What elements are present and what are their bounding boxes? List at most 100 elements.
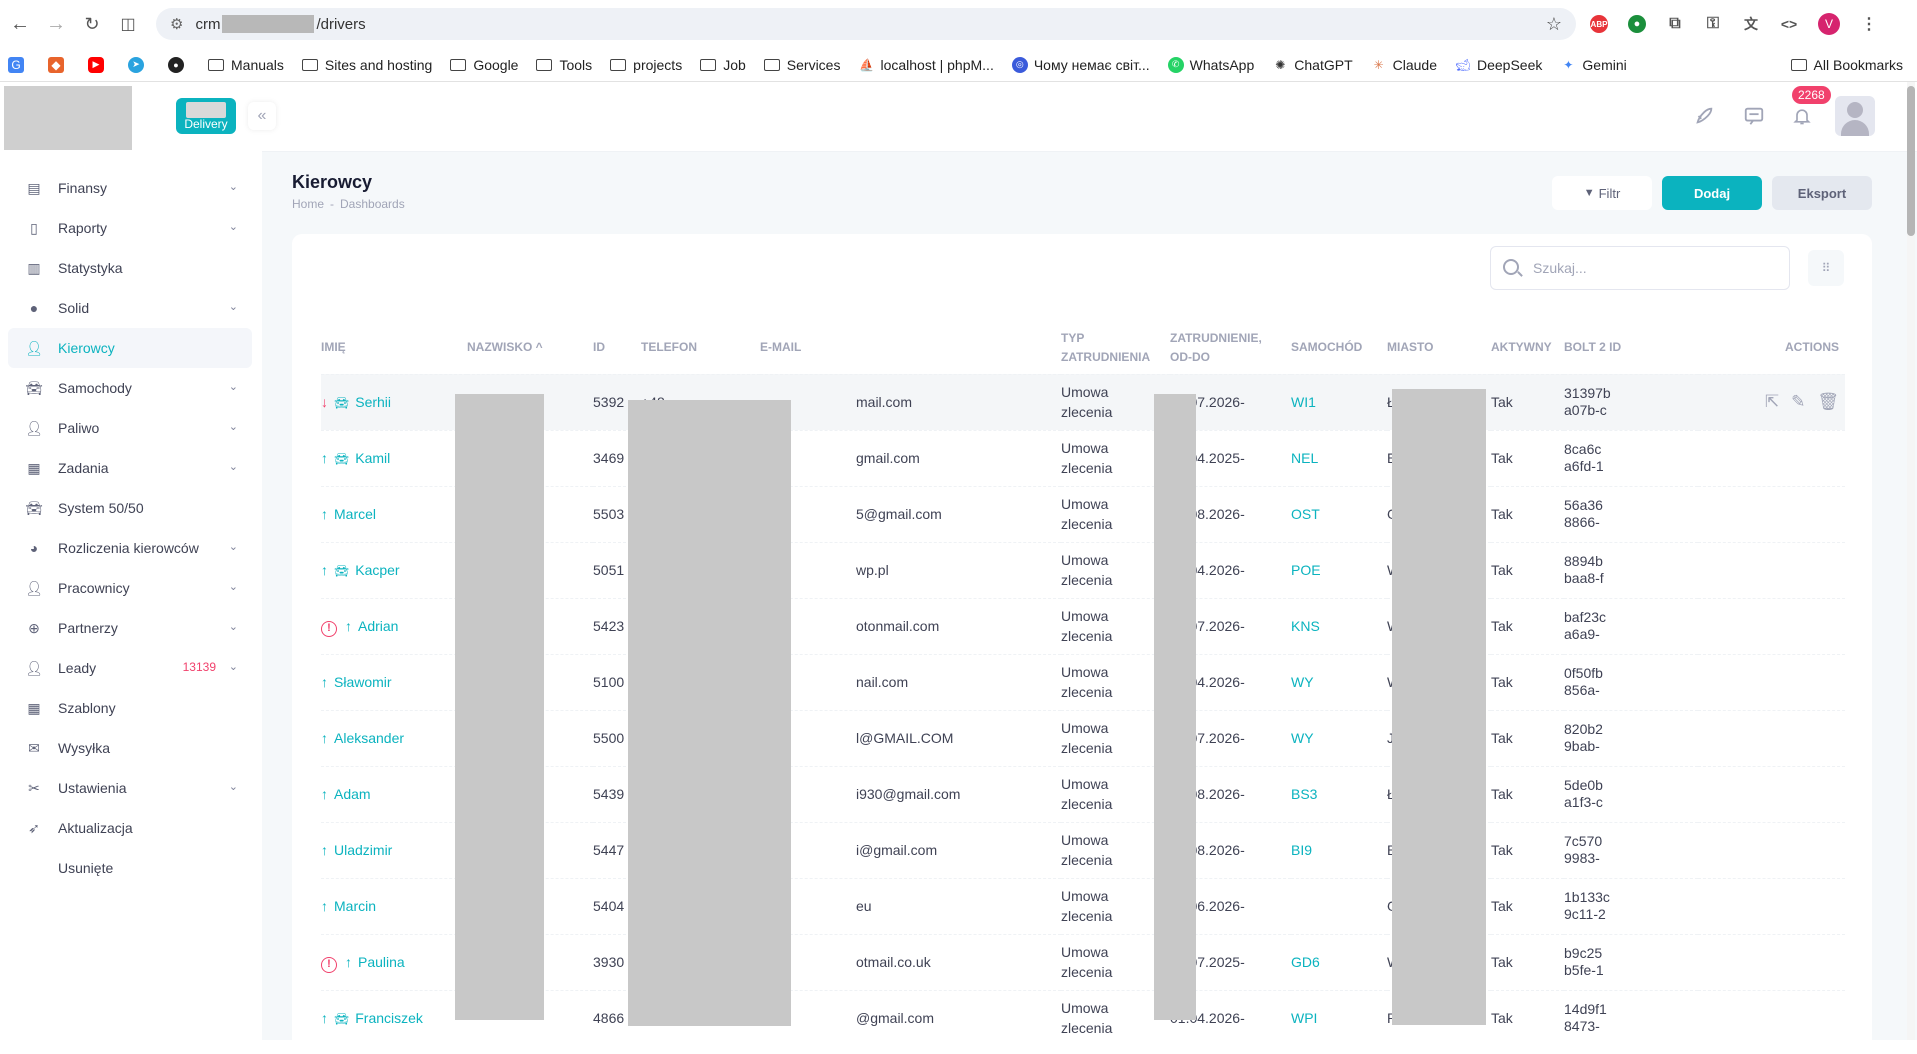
car-plate-link[interactable]: GD6 <box>1291 954 1320 970</box>
filter-button[interactable]: ▼ Filtr <box>1552 176 1652 210</box>
address-bar[interactable]: ⚙ crm /drivers ☆ <box>156 8 1576 40</box>
chat-icon[interactable] <box>1742 104 1766 128</box>
driver-name-link[interactable]: Kacper <box>355 562 399 578</box>
driver-name-link[interactable]: Kamil <box>355 450 390 466</box>
page-scrollbar[interactable] <box>1907 82 1915 1040</box>
bookmark-job[interactable]: Job <box>700 57 746 73</box>
table-row[interactable]: ↑Marcin5404+48euUmowazlecenia25.06.2026-… <box>321 877 1845 934</box>
search-input[interactable]: Szukaj... <box>1490 246 1790 290</box>
table-row[interactable]: ↑Adam5439+48i930@gmail.comUmowazlecenia0… <box>321 765 1845 822</box>
rocket-icon[interactable] <box>1692 104 1716 128</box>
sidebar-item-ustawienia[interactable]: ✂ Ustawienia ⌄ <box>8 768 252 808</box>
translate-bookmark-icon[interactable]: G <box>8 56 30 73</box>
bookmark-projects[interactable]: projects <box>610 57 682 73</box>
col-header-employment-type[interactable]: Typ zatrudnienia <box>1061 322 1170 374</box>
sidebar-item-samochody[interactable]: 🚘︎ Samochody ⌄ <box>8 368 252 408</box>
car-plate-link[interactable]: BI9 <box>1291 842 1312 858</box>
sidebar-item-pracownicy[interactable]: 👤︎ Pracownicy ⌄ <box>8 568 252 608</box>
car-plate-link[interactable]: POE <box>1291 562 1321 578</box>
sidebar-item-system-50-50[interactable]: 🚘︎ System 50/50 <box>8 488 252 528</box>
breadcrumb-dashboards[interactable]: Dashboards <box>340 197 405 211</box>
driver-name-link[interactable]: Aleksander <box>334 730 404 746</box>
table-row[interactable]: ↑Sławomir5100+48nail.comUmowazlecenia20.… <box>321 653 1845 710</box>
table-row[interactable]: ↑🚘︎Kacper5051+48wp.plUmowazlecenia20.04.… <box>321 541 1845 598</box>
sidebar-item-leady[interactable]: 👤︎ Leady 13139 ⌄ <box>8 648 252 688</box>
scrollbar-thumb[interactable] <box>1907 86 1915 236</box>
col-header-first-name[interactable]: Imię <box>321 322 467 374</box>
driver-name-link[interactable]: Adam <box>334 786 371 802</box>
sidebar-item-solid[interactable]: ● Solid ⌄ <box>8 288 252 328</box>
car-plate-link[interactable]: OST <box>1291 506 1320 522</box>
sidebar-item-wysyłka[interactable]: ✉ Wysyłka <box>8 728 252 768</box>
translate-icon[interactable]: 文 <box>1742 15 1760 33</box>
col-header-id[interactable]: ID <box>593 322 641 374</box>
puzzle-icon[interactable]: ⧉ <box>1666 15 1684 33</box>
col-header-last-name[interactable]: Nazwisko ^ <box>467 322 593 374</box>
export-button[interactable]: Eksport <box>1772 176 1872 210</box>
trash-icon[interactable]: 🗑︎ <box>1817 392 1839 411</box>
bookmark-manuals[interactable]: Manuals <box>208 57 284 73</box>
all-bookmarks[interactable]: All Bookmarks <box>1790 48 1903 82</box>
bell-icon[interactable] <box>1790 104 1814 128</box>
driver-name-link[interactable]: Franciszek <box>355 1010 423 1026</box>
sidebar-item-szablony[interactable]: ▦ Szablony <box>8 688 252 728</box>
driver-name-link[interactable]: Sławomir <box>334 674 392 690</box>
bookmark-tools[interactable]: Tools <box>536 57 592 73</box>
car-plate-link[interactable]: WY <box>1291 674 1314 690</box>
car-plate-link[interactable]: KNS <box>1291 618 1320 634</box>
devtools-icon[interactable]: <> <box>1780 15 1798 33</box>
table-row[interactable]: ↑Marcel5503+485@gmail.comUmowazlecenia03… <box>321 485 1845 542</box>
back-icon[interactable]: ← <box>4 8 36 40</box>
bookmark-phpmyadmin[interactable]: ⛵ localhost | phpM... <box>858 57 994 73</box>
table-row[interactable]: ↓🚘︎Serhii5392+48mail.comUmowazlecenia14.… <box>321 373 1845 430</box>
column-settings-icon[interactable]: ⠿ <box>1808 250 1844 286</box>
bookmark-deepseek[interactable]: 🐋︎ DeepSeek <box>1455 57 1542 73</box>
split-view-icon[interactable]: ◫ <box>112 8 144 40</box>
car-plate-link[interactable]: WI1 <box>1291 394 1316 410</box>
telegram-icon[interactable]: ➤ <box>128 56 150 73</box>
driver-name-link[interactable]: Adrian <box>358 618 398 634</box>
youtube-icon[interactable]: ▶ <box>88 56 110 73</box>
bookmark-sites-hosting[interactable]: Sites and hosting <box>301 57 432 73</box>
profile-avatar[interactable]: V <box>1818 13 1840 35</box>
edit-icon[interactable]: ✎ <box>1791 392 1805 411</box>
adblock-icon[interactable]: ABP <box>1590 15 1608 33</box>
sidebar-item-statystyka[interactable]: ▥ Statystyka <box>8 248 252 288</box>
table-row[interactable]: !↑Adrian5423+48otonmail.comUmowazlecenia… <box>321 597 1845 654</box>
collapse-sidebar-icon[interactable]: « <box>248 102 276 130</box>
menu-kebab-icon[interactable]: ⋮ <box>1860 15 1878 33</box>
bookmark-whatsapp[interactable]: ✆ WhatsApp <box>1167 56 1254 73</box>
table-row[interactable]: !↑Paulina3930+48otmail.co.ukUmowazleceni… <box>321 933 1845 990</box>
reload-icon[interactable]: ↻ <box>76 8 108 40</box>
key-icon[interactable]: ⚿ <box>1704 15 1722 33</box>
car-plate-link[interactable]: NEL <box>1291 450 1318 466</box>
driver-name-link[interactable]: Paulina <box>358 954 405 970</box>
table-row[interactable]: ↑🚘︎Franciszek4866+48@gmail.comUmowazlece… <box>321 989 1845 1046</box>
add-button[interactable]: Dodaj <box>1662 176 1762 210</box>
col-header-car[interactable]: Samochód <box>1291 322 1387 374</box>
open-external-icon[interactable]: ⇱ <box>1765 392 1779 411</box>
driver-name-link[interactable]: Serhii <box>355 394 391 410</box>
shield-bookmark-icon[interactable]: ◆ <box>48 56 70 73</box>
table-row[interactable]: ↑Aleksander5500+48l@GMAIL.COMUmowazlecen… <box>321 709 1845 766</box>
sidebar-item-zadania[interactable]: ▦ Zadania ⌄ <box>8 448 252 488</box>
col-header-active[interactable]: Aktywny <box>1491 322 1564 374</box>
sidebar-item-kierowcy[interactable]: 👤︎ Kierowcy <box>8 328 252 368</box>
site-settings-icon[interactable]: ⚙ <box>170 15 183 33</box>
sidebar-item-rozliczenia-kierowców[interactable]: ◕ Rozliczenia kierowców ⌄ <box>8 528 252 568</box>
breadcrumb-home[interactable]: Home <box>292 197 324 211</box>
table-row[interactable]: ↑Uladzimir5447+48i@gmail.comUmowazleceni… <box>321 821 1845 878</box>
col-header-bolt-id[interactable]: Bolt 2 ID <box>1564 322 1698 374</box>
bookmark-claude[interactable]: ✳ Claude <box>1371 57 1437 73</box>
car-plate-link[interactable]: BS3 <box>1291 786 1317 802</box>
col-header-phone[interactable]: Telefon <box>641 322 760 374</box>
forward-icon[interactable]: → <box>40 8 72 40</box>
sidebar-item-usunięte[interactable]: Usunięte <box>8 848 252 888</box>
bookmark-gemini[interactable]: ✦ Gemini <box>1560 57 1626 73</box>
bookmark-services[interactable]: Services <box>763 57 840 73</box>
col-header-employment-period[interactable]: Zatrudnienie, od-do <box>1170 322 1291 374</box>
github-icon[interactable]: ● <box>168 56 190 73</box>
sidebar-item-partnerzy[interactable]: ⊕ Partnerzy ⌄ <box>8 608 252 648</box>
driver-name-link[interactable]: Marcel <box>334 506 376 522</box>
sidebar-item-finansy[interactable]: ▤ Finansy ⌄ <box>8 168 252 208</box>
